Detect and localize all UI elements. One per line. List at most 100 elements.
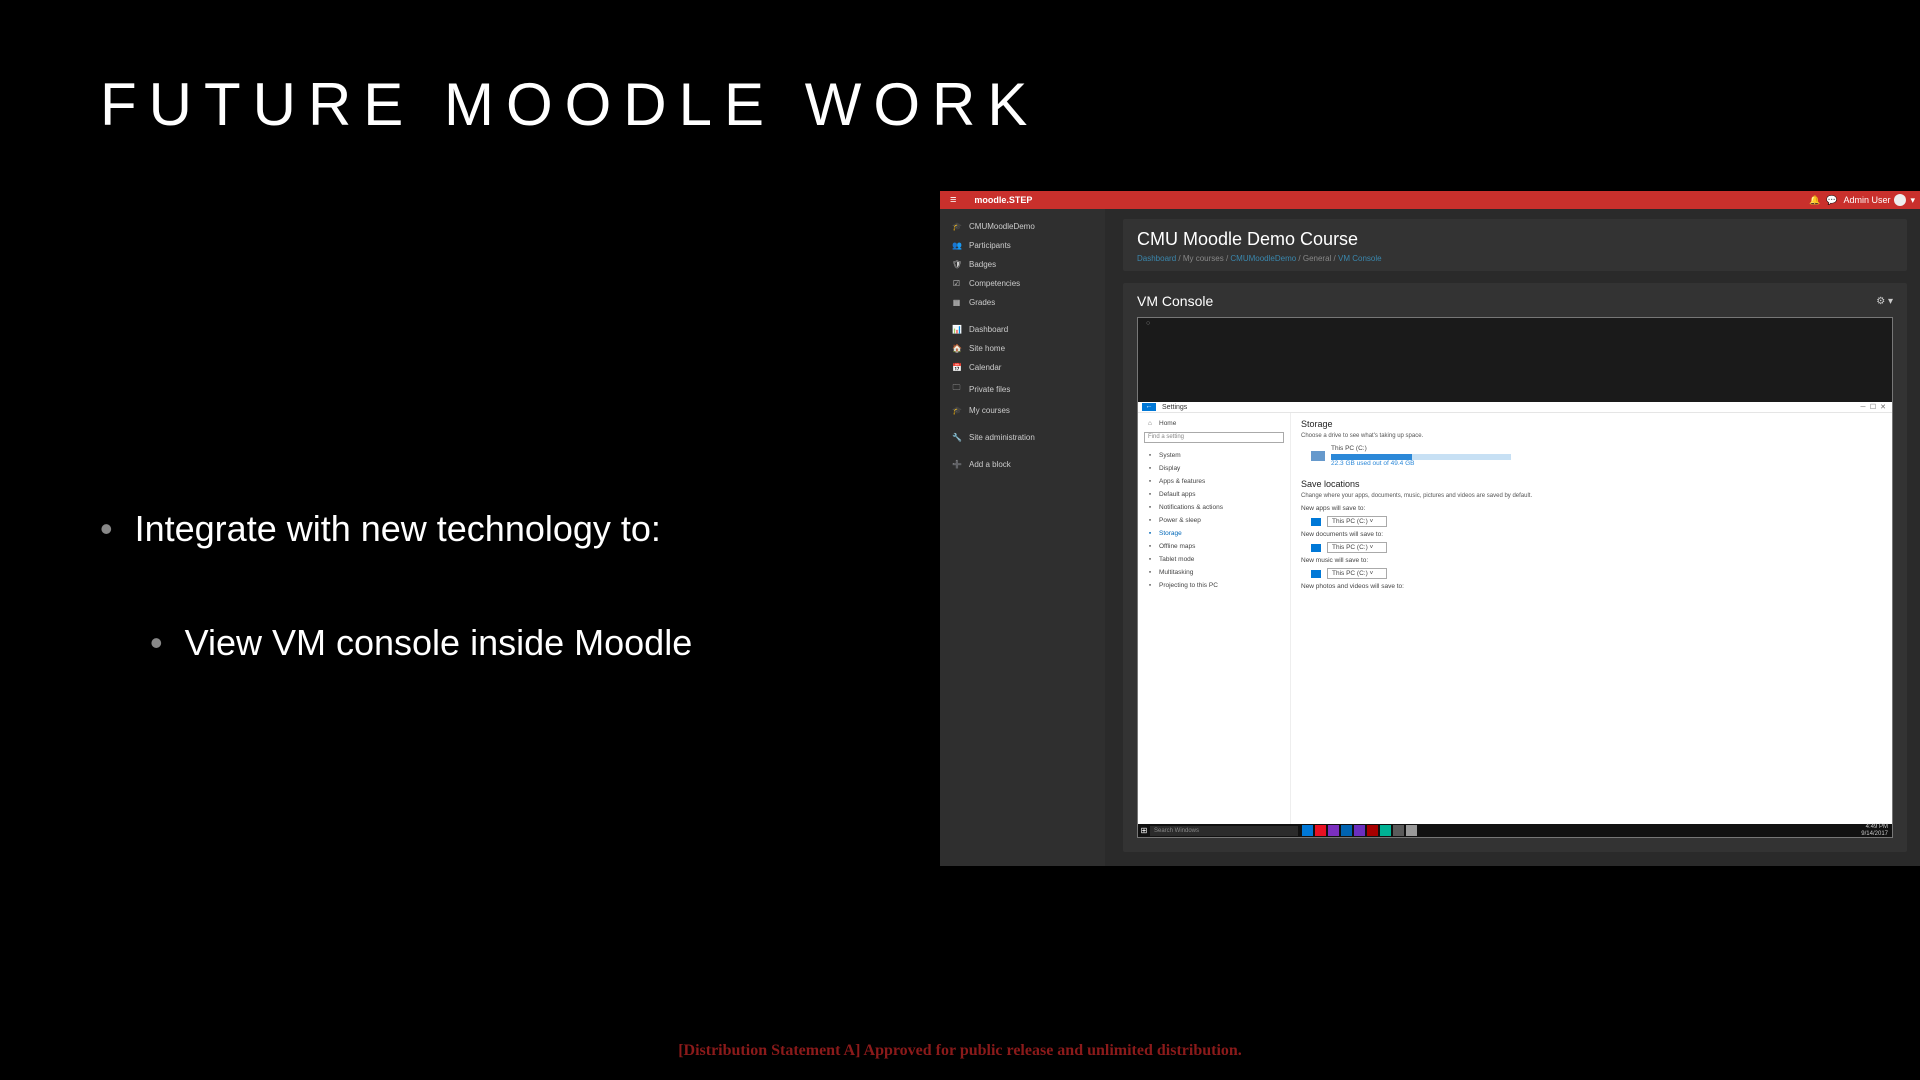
settings-side-item[interactable]: ▪System bbox=[1144, 449, 1284, 462]
vm-console-card: VM Console ⚙ ▾ ○ ← Settings bbox=[1123, 283, 1907, 852]
moodle-topbar: ≡ moodle.STEP 🔔 💬 Admin User ▾ bbox=[940, 191, 1920, 209]
vm-console-title: VM Console bbox=[1137, 293, 1213, 309]
taskbar-app-icon[interactable] bbox=[1406, 825, 1417, 836]
settings-side-item[interactable]: ▪Power & sleep bbox=[1144, 514, 1284, 527]
taskbar-app-icon[interactable] bbox=[1328, 825, 1339, 836]
back-icon[interactable]: ← bbox=[1142, 403, 1156, 411]
taskbar-app-icon[interactable] bbox=[1302, 825, 1313, 836]
saveloc-row: This PC (C:) ˅ bbox=[1311, 542, 1882, 553]
window-titlebar: ← Settings ─ ☐ ✕ bbox=[1138, 402, 1892, 413]
saveloc-icon bbox=[1311, 518, 1321, 526]
bullet-dot-icon: • bbox=[100, 500, 113, 558]
storage-heading: Storage bbox=[1301, 419, 1882, 429]
breadcrumb-link[interactable]: General bbox=[1303, 254, 1331, 263]
breadcrumb-link[interactable]: My courses bbox=[1183, 254, 1224, 263]
avatar[interactable] bbox=[1894, 194, 1906, 206]
sidebar-item[interactable]: 🔧Site administration bbox=[940, 428, 1105, 447]
settings-side-item[interactable]: ▪Multitasking bbox=[1144, 566, 1284, 579]
minimize-icon[interactable]: ─ bbox=[1858, 404, 1868, 411]
settings-side-icon: ▪ bbox=[1146, 478, 1154, 485]
settings-side-icon: ▪ bbox=[1146, 465, 1154, 472]
saveloc-label: New documents will save to: bbox=[1301, 531, 1882, 538]
taskbar-app-icon[interactable] bbox=[1341, 825, 1352, 836]
sidebar-label: Site administration bbox=[969, 433, 1035, 442]
breadcrumb-link[interactable]: CMUMoodleDemo bbox=[1230, 254, 1296, 263]
vm-tab: ○ bbox=[1138, 318, 1892, 334]
sidebar-label: Badges bbox=[969, 260, 996, 269]
breadcrumb-link[interactable]: Dashboard bbox=[1137, 254, 1176, 263]
home-icon: ⌂ bbox=[1146, 420, 1154, 427]
sidebar-item[interactable]: ▦ Grades bbox=[940, 293, 1105, 312]
sidebar-icon: 📅 bbox=[952, 363, 961, 372]
taskbar-clock[interactable]: 4:49 PM 9/14/2017 bbox=[1857, 824, 1892, 838]
sidebar-icon: 👥 bbox=[952, 241, 961, 250]
saveloc-label: New music will save to: bbox=[1301, 557, 1882, 564]
sidebar-item[interactable]: 👥 Participants bbox=[940, 236, 1105, 255]
sidebar-icon: 🛡 bbox=[952, 260, 961, 269]
sidebar-label: Grades bbox=[969, 298, 995, 307]
settings-side-item[interactable]: ▪Projecting to this PC bbox=[1144, 579, 1284, 592]
settings-home[interactable]: ⌂ Home bbox=[1144, 417, 1284, 430]
settings-side-icon: ▪ bbox=[1146, 530, 1154, 537]
sidebar-label: Private files bbox=[969, 385, 1010, 394]
settings-side-icon: ▪ bbox=[1146, 556, 1154, 563]
bullet-1-text: Integrate with new technology to: bbox=[135, 500, 661, 558]
taskbar-app-icon[interactable] bbox=[1315, 825, 1326, 836]
sidebar-label: Calendar bbox=[969, 363, 1001, 372]
caret-down-icon[interactable]: ▾ bbox=[1910, 195, 1915, 206]
close-icon[interactable]: ✕ bbox=[1878, 403, 1888, 411]
sidebar-label: Participants bbox=[969, 241, 1011, 250]
sidebar-item[interactable]: 🎓My courses bbox=[940, 401, 1105, 420]
sidebar-item[interactable]: 🗀Private files bbox=[940, 377, 1105, 401]
sidebar-item[interactable]: 📊 Dashboard bbox=[940, 320, 1105, 339]
breadcrumb: Dashboard / My courses / CMUMoodleDemo /… bbox=[1137, 254, 1893, 263]
taskbar-app-icon[interactable] bbox=[1354, 825, 1365, 836]
vm-frame[interactable]: ○ ← Settings ─ ☐ ✕ bbox=[1137, 317, 1893, 838]
drive-icon bbox=[1311, 451, 1325, 461]
settings-main: Storage Choose a drive to see what's tak… bbox=[1291, 413, 1892, 824]
taskbar-search[interactable]: Search Windows bbox=[1150, 826, 1298, 836]
breadcrumb-link[interactable]: VM Console bbox=[1338, 254, 1382, 263]
chat-icon[interactable]: 💬 bbox=[1826, 195, 1837, 206]
settings-side-item[interactable]: ▪Display bbox=[1144, 462, 1284, 475]
sidebar-item[interactable]: 🎓CMUMoodleDemo bbox=[940, 217, 1105, 236]
taskbar-app-icon[interactable] bbox=[1380, 825, 1391, 836]
settings-side-item[interactable]: ▪Default apps bbox=[1144, 488, 1284, 501]
sidebar-label: Competencies bbox=[969, 279, 1020, 288]
settings-search[interactable]: Find a setting bbox=[1144, 432, 1284, 443]
settings-side-item[interactable]: ▪Tablet mode bbox=[1144, 553, 1284, 566]
taskbar-app-icon[interactable] bbox=[1367, 825, 1378, 836]
sidebar-label: My courses bbox=[969, 406, 1010, 415]
sidebar-icon: ☑ bbox=[952, 279, 961, 288]
settings-side-item[interactable]: ▪Apps & features bbox=[1144, 475, 1284, 488]
bell-icon[interactable]: 🔔 bbox=[1809, 195, 1820, 206]
user-name[interactable]: Admin User bbox=[1843, 195, 1890, 205]
distribution-footer: [Distribution Statement A] Approved for … bbox=[0, 1042, 1920, 1060]
maximize-icon[interactable]: ☐ bbox=[1868, 403, 1878, 411]
saveloc-select[interactable]: This PC (C:) ˅ bbox=[1327, 568, 1387, 579]
taskbar-app-icon[interactable] bbox=[1393, 825, 1404, 836]
settings-side-item[interactable]: ▪Notifications & actions bbox=[1144, 501, 1284, 514]
sidebar-item[interactable]: ➕Add a block bbox=[940, 455, 1105, 474]
moodle-brand[interactable]: moodle.STEP bbox=[974, 195, 1032, 205]
drive-row[interactable]: This PC (C:) 22.3 GB used out of 49.4 GB bbox=[1311, 445, 1882, 467]
course-title: CMU Moodle Demo Course bbox=[1137, 229, 1893, 250]
saveloc-row: This PC (C:) ˅ bbox=[1311, 568, 1882, 579]
sidebar-icon: 🎓 bbox=[952, 222, 961, 231]
gear-icon[interactable]: ⚙ ▾ bbox=[1876, 296, 1893, 307]
moodle-sidebar: 🎓CMUMoodleDemo 👥 Participants 🛡 Badges ☑ Compe… bbox=[940, 209, 1105, 866]
hamburger-icon[interactable]: ≡ bbox=[950, 194, 956, 206]
settings-side-item[interactable]: ▪Storage bbox=[1144, 527, 1284, 540]
sidebar-item[interactable]: 🛡 Badges bbox=[940, 255, 1105, 274]
settings-side-item[interactable]: ▪Offline maps bbox=[1144, 540, 1284, 553]
saveloc-select[interactable]: This PC (C:) ˅ bbox=[1327, 542, 1387, 553]
sidebar-icon: 📊 bbox=[952, 325, 961, 334]
start-icon[interactable]: ⊞ bbox=[1138, 825, 1150, 837]
sidebar-label: Dashboard bbox=[969, 325, 1008, 334]
sidebar-icon: ▦ bbox=[952, 298, 961, 307]
bullet-list: • Integrate with new technology to: • Vi… bbox=[100, 500, 692, 671]
sidebar-item[interactable]: 🏠Site home bbox=[940, 339, 1105, 358]
saveloc-select[interactable]: This PC (C:) ˅ bbox=[1327, 516, 1387, 527]
sidebar-item[interactable]: 📅 Calendar bbox=[940, 358, 1105, 377]
sidebar-item[interactable]: ☑ Competencies bbox=[940, 274, 1105, 293]
